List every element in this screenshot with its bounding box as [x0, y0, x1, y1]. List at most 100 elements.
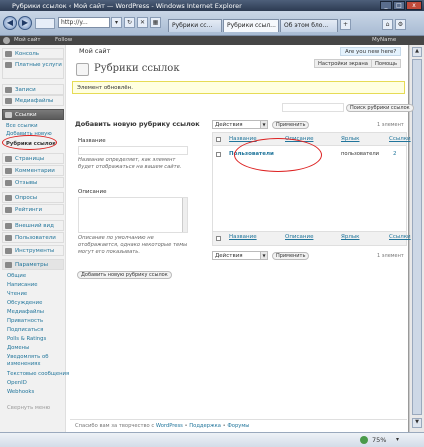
scroll-up-icon[interactable]: ▲	[412, 47, 422, 57]
col-name-bottom[interactable]: Название	[229, 234, 257, 240]
menu-pages[interactable]: Страницы	[2, 153, 64, 164]
menu-tools[interactable]: Инструменты	[2, 245, 64, 256]
submenu-openid[interactable]: OpenID	[7, 380, 27, 386]
grid-icon[interactable]: ▦	[150, 17, 161, 28]
submenu-all-links[interactable]: Все ссылки	[6, 123, 38, 129]
add-category-button[interactable]: Добавить новую рубрику ссылок	[77, 271, 172, 279]
col-description-bottom[interactable]: Описание	[285, 234, 313, 240]
row-highlight-circle	[234, 138, 322, 172]
submenu-general[interactable]: Общие	[7, 273, 26, 279]
item-count-bottom: 1 элемент	[377, 253, 404, 259]
forward-button-icon[interactable]: ▶	[18, 16, 32, 30]
wp-admin-bar: Мой сайт Follow MyName	[0, 36, 424, 45]
col-slug-bottom[interactable]: Ярлык	[341, 234, 360, 240]
ratings-icon	[5, 207, 12, 213]
col-links[interactable]: Ссылки	[389, 136, 411, 142]
scroll-down-icon[interactable]: ▼	[412, 418, 422, 428]
appearance-icon	[5, 223, 12, 229]
menu-appearance[interactable]: Внешний вид	[2, 220, 64, 231]
category-search-input[interactable]	[282, 103, 344, 112]
browser-tab-2[interactable]: Рубрики ссыл...	[223, 19, 279, 32]
zoom-level[interactable]: 75%	[372, 436, 386, 444]
footer-support-link[interactable]: Поддержка	[189, 423, 221, 429]
menu-comments[interactable]: Комментарии	[2, 165, 64, 176]
menu-media[interactable]: Медиафайлы	[2, 95, 64, 106]
category-description-textarea[interactable]	[78, 197, 188, 233]
menu-paid-services[interactable]: Платные услуги	[2, 59, 64, 79]
category-links-count[interactable]: 2	[393, 151, 397, 157]
submenu-privacy[interactable]: Приватность	[7, 318, 43, 324]
browser-tab-1[interactable]: Рубрики сс...	[168, 19, 222, 32]
select-all-checkbox[interactable]	[216, 137, 221, 142]
submenu-text-messages[interactable]: Текстовые сообщения	[7, 371, 69, 377]
maximize-button[interactable]: □	[393, 1, 405, 10]
posts-icon	[5, 87, 12, 93]
wordpress-logo-icon[interactable]	[3, 37, 10, 44]
submenu-webhooks[interactable]: Webhooks	[7, 389, 34, 395]
updated-notice: Элемент обновлён.	[72, 81, 405, 94]
back-button-icon[interactable]: ◀	[3, 16, 17, 30]
page-title: Рубрики ссылок	[94, 63, 180, 74]
screen-options-button[interactable]: Настройки экрана	[314, 59, 372, 68]
menu-feedback[interactable]: Отзывы	[2, 177, 64, 188]
category-name-input[interactable]	[78, 146, 188, 155]
refresh-icon[interactable]: ↻	[124, 17, 135, 28]
submenu-notify[interactable]: Уведомлять об изменениях	[7, 354, 63, 368]
close-window-button[interactable]: x	[406, 1, 422, 10]
select-all-checkbox-bottom[interactable]	[216, 236, 221, 241]
home-icon[interactable]: ⌂	[382, 19, 393, 30]
stop-icon[interactable]: ✕	[137, 17, 148, 28]
submenu-writing[interactable]: Написание	[7, 282, 37, 288]
vertical-scrollbar[interactable]: ▲ ▼	[409, 45, 424, 432]
help-button[interactable]: Помощь	[371, 59, 402, 68]
submenu-domains[interactable]: Домены	[7, 345, 29, 351]
col-links-bottom[interactable]: Ссылки	[389, 234, 411, 240]
zoom-dropdown-icon[interactable]: ▾	[396, 436, 399, 443]
category-slug: пользователи	[341, 151, 380, 157]
textarea-scrollbar[interactable]	[182, 198, 187, 232]
menu-ratings[interactable]: Рейтинги	[2, 204, 64, 215]
menu-polls[interactable]: Опросы	[2, 192, 64, 203]
menu-links[interactable]: Ссылки	[2, 109, 64, 120]
footer-wordpress-link[interactable]: WordPress	[156, 423, 183, 429]
adminbar-site[interactable]: Мой сайт	[14, 37, 41, 43]
notice-text: Элемент обновлён.	[77, 85, 134, 91]
menu-settings[interactable]: Параметры	[2, 259, 64, 270]
minimize-button[interactable]: _	[380, 1, 392, 10]
address-dropdown-icon[interactable]: ▾	[111, 17, 122, 28]
submenu-media[interactable]: Медиафайлы	[7, 309, 44, 315]
footer: Спасибо вам за творчество с WordPress • …	[75, 423, 249, 429]
apply-button-top[interactable]: Применить	[272, 121, 310, 129]
menu-dashboard[interactable]: Консоль	[2, 48, 64, 59]
dashboard-icon	[5, 51, 12, 57]
dropdown-arrow-icon-bottom: ▼	[260, 252, 267, 259]
apply-button-bottom[interactable]: Применить	[272, 252, 310, 260]
site-name[interactable]: Мой сайт	[79, 47, 110, 55]
menu-posts[interactable]: Записи	[2, 84, 64, 95]
search-categories-button[interactable]: Поиск рубрики ссылок	[346, 104, 414, 112]
address-bar[interactable]: http://y...	[58, 17, 110, 28]
adminbar-user[interactable]: MyName	[372, 37, 396, 43]
submenu-polls-ratings[interactable]: Polls & Ratings	[7, 336, 46, 342]
browser-tab-3[interactable]: Об этом бло...	[280, 19, 338, 32]
tools-icon[interactable]: ⚙	[395, 19, 406, 30]
howdy-link[interactable]: Are you new here?	[340, 47, 402, 56]
scroll-thumb[interactable]	[412, 59, 422, 415]
name-label: Название	[78, 138, 106, 144]
name-hint: Название определяет, как элемент будет о…	[78, 157, 182, 170]
new-tab-icon[interactable]: +	[340, 19, 351, 30]
row-checkbox[interactable]	[216, 152, 221, 157]
bulk-action-select-top[interactable]: Действия ▼	[212, 120, 268, 129]
collapse-menu[interactable]: Свернуть меню	[7, 405, 50, 411]
submenu-reading[interactable]: Чтение	[7, 291, 27, 297]
col-slug[interactable]: Ярлык	[341, 136, 360, 142]
bulk-action-select-bottom[interactable]: Действия ▼	[212, 251, 268, 260]
favorites-button[interactable]	[35, 18, 55, 29]
submenu-subscribe[interactable]: Подписаться	[7, 327, 43, 333]
browser-statusbar: 75% ▾	[0, 432, 424, 447]
footer-forums-link[interactable]: Форумы	[227, 423, 249, 429]
adminbar-follow[interactable]: Follow	[55, 37, 72, 43]
submenu-discussion[interactable]: Обсуждение	[7, 300, 42, 306]
menu-users[interactable]: Пользователи	[2, 232, 64, 243]
dropdown-arrow-icon: ▼	[260, 121, 267, 128]
